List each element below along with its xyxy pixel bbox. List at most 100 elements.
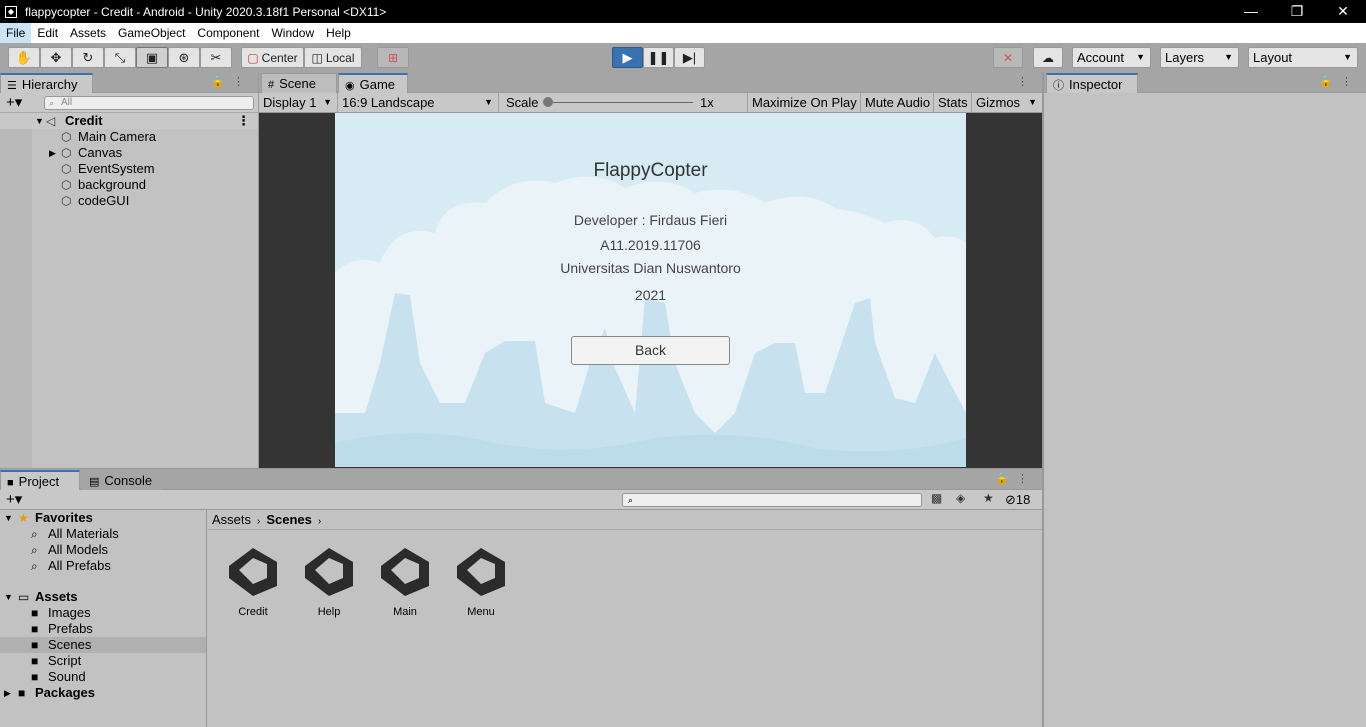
breadcrumb-assets[interactable]: Assets <box>212 512 251 527</box>
create-icon[interactable]: +▾ <box>6 93 22 112</box>
favorite-item[interactable]: ⌕ All Models <box>0 542 206 558</box>
panel-divider[interactable] <box>0 468 1042 469</box>
scene-menu-icon[interactable]: ⋮ <box>237 113 250 129</box>
maximize-button[interactable]: ❐ <box>1274 0 1320 23</box>
asset-label: Credit <box>238 606 268 618</box>
hierarchy-item[interactable]: ⬡ Main Camera <box>0 129 258 145</box>
layers-dropdown[interactable]: Layers ▼ <box>1160 47 1239 68</box>
favorite-item-label: All Materials <box>48 526 119 541</box>
expand-arrow-icon[interactable]: ▶ <box>49 145 56 161</box>
rotate-tool-icon[interactable]: ↻ <box>72 47 104 68</box>
favorite-item[interactable]: ⌕ All Prefabs <box>0 558 206 574</box>
folder-item-label: Prefabs <box>48 621 93 636</box>
folder-icon: ■ <box>31 622 39 636</box>
expand-arrow-icon[interactable]: ▶ <box>4 685 11 701</box>
pivot-mode-label: Center <box>261 50 298 65</box>
menu-file[interactable]: File <box>0 23 32 43</box>
panel-divider[interactable] <box>1042 72 1044 727</box>
tab-console[interactable]: ▤ Console <box>82 470 162 490</box>
unity-scene-icon <box>229 548 277 596</box>
menu-window[interactable]: Window <box>265 23 320 43</box>
menu-assets[interactable]: Assets <box>64 23 112 43</box>
tab-game[interactable]: ◉ Game <box>338 73 408 93</box>
hidden-packages-toggle[interactable]: ⊘18 <box>1005 492 1030 508</box>
panel-lock-menu-icon[interactable]: 🔒⋮ <box>211 75 252 88</box>
favorite-item-label: All Models <box>48 542 108 557</box>
tab-project[interactable]: ■ Project <box>0 470 80 490</box>
expand-arrow-icon[interactable]: ▼ <box>4 589 13 605</box>
packages-row[interactable]: ▶ ■ Packages <box>0 685 206 701</box>
back-button[interactable]: Back <box>571 336 730 365</box>
favorite-star-icon[interactable]: ★ <box>983 491 994 505</box>
favorites-row[interactable]: ▼ ★ Favorites <box>0 510 206 526</box>
hand-tool-icon[interactable]: ✋ <box>8 47 40 68</box>
hierarchy-item-label: Main Camera <box>78 129 157 144</box>
favorite-item[interactable]: ⌕ All Materials <box>0 526 206 542</box>
gizmos-label: Gizmos <box>976 95 1021 110</box>
aspect-dropdown[interactable]: 16:9 Landscape ▼ <box>338 93 499 113</box>
scale-tool-icon[interactable]: ⤡ <box>104 47 136 68</box>
expand-arrow-icon[interactable]: ▼ <box>4 510 13 526</box>
gizmos-dropdown[interactable]: Gizmos ▼ <box>972 93 1042 113</box>
menu-help[interactable]: Help <box>320 23 357 43</box>
display-dropdown[interactable]: Display 1 ▼ <box>259 93 338 113</box>
menu-gameobject[interactable]: GameObject <box>112 23 191 43</box>
mute-audio-toggle[interactable]: Mute Audio <box>861 93 934 113</box>
breadcrumb-scenes[interactable]: Scenes <box>266 512 312 527</box>
layout-dropdown[interactable]: Layout ▼ <box>1248 47 1358 68</box>
scene-asset[interactable]: Help <box>291 544 367 618</box>
hierarchy-item[interactable]: ⬡ background <box>0 177 258 193</box>
menu-component[interactable]: Component <box>191 23 265 43</box>
tab-scene[interactable]: # Scene <box>261 73 337 93</box>
rect-tool-icon[interactable]: ▣ <box>136 47 168 68</box>
panel-menu-icon[interactable]: ⋮ <box>1017 75 1036 88</box>
scene-asset[interactable]: Credit <box>215 544 291 618</box>
tab-hierarchy[interactable]: ☰ Hierarchy <box>0 73 93 93</box>
account-dropdown[interactable]: Account ▼ <box>1072 47 1151 68</box>
stats-toggle[interactable]: Stats <box>934 93 972 113</box>
search-by-label-icon[interactable]: ◈ <box>956 491 965 505</box>
pivot-mode-button[interactable]: ▢ Center <box>241 47 304 68</box>
folder-item[interactable]: ■ Images <box>0 605 206 621</box>
scale-slider-track[interactable] <box>547 102 693 103</box>
maximize-on-play-label: Maximize On Play <box>752 95 857 110</box>
folder-item[interactable]: ■ Script <box>0 653 206 669</box>
scene-asset[interactable]: Main <box>367 544 443 618</box>
folder-item[interactable]: ■ Sound <box>0 669 206 685</box>
close-button[interactable]: ✕ <box>1320 0 1366 23</box>
scene-asset[interactable]: Menu <box>443 544 519 618</box>
step-icon[interactable]: ▶| <box>674 47 705 68</box>
minimize-button[interactable]: — <box>1228 0 1274 23</box>
search-by-type-icon[interactable]: ▩ <box>931 491 942 505</box>
hierarchy-item[interactable]: ⬡ codeGUI <box>0 193 258 209</box>
hierarchy-item[interactable]: ▶ ⬡ Canvas <box>0 145 258 161</box>
hierarchy-item[interactable]: ⬡ EventSystem <box>0 161 258 177</box>
custom-tool-icon[interactable]: ✂ <box>200 47 232 68</box>
folder-item[interactable]: ■ Prefabs <box>0 621 206 637</box>
folder-item-label: Script <box>48 653 82 668</box>
transform-tool-icon[interactable]: ⊛ <box>168 47 200 68</box>
cloud-icon[interactable]: ☁ <box>1033 47 1063 68</box>
tab-inspector[interactable]: ⓘ Inspector <box>1046 73 1138 93</box>
hierarchy-tree: ▼ ◁ Credit ⋮ ⬡ Main Camera ▶ ⬡ Canvas ⬡ … <box>0 113 258 468</box>
panel-divider[interactable] <box>258 72 259 468</box>
grid-snap-icon[interactable]: ⊞ <box>377 47 409 68</box>
panel-lock-menu-icon[interactable]: 🔒⋮ <box>995 472 1036 485</box>
move-tool-icon[interactable]: ✥ <box>40 47 72 68</box>
maximize-on-play-toggle[interactable]: Maximize On Play <box>748 93 861 113</box>
menu-edit[interactable]: Edit <box>31 23 64 43</box>
game-screen[interactable]: FlappyCopter Developer : Firdaus Fieri A… <box>335 113 966 467</box>
expand-arrow-icon[interactable]: ▼ <box>35 113 44 129</box>
hierarchy-search-input[interactable]: ⌕ All <box>44 96 254 110</box>
scale-slider-handle[interactable] <box>543 97 553 107</box>
pause-icon[interactable]: ❚❚ <box>643 47 674 68</box>
collab-icon[interactable]: ✕ <box>993 47 1023 68</box>
pivot-rotation-button[interactable]: ◫ Local <box>304 47 362 68</box>
play-icon[interactable]: ▶ <box>612 47 643 68</box>
folder-item-selected[interactable]: ■ Scenes <box>0 637 206 653</box>
create-icon[interactable]: +▾ <box>6 490 22 509</box>
panel-lock-menu-icon[interactable]: 🔒⋮ <box>1319 75 1360 88</box>
project-search-input[interactable]: ⌕ <box>622 493 922 507</box>
scene-row[interactable]: ▼ ◁ Credit ⋮ <box>0 113 258 129</box>
assets-row[interactable]: ▼ ▭ Assets <box>0 589 206 605</box>
